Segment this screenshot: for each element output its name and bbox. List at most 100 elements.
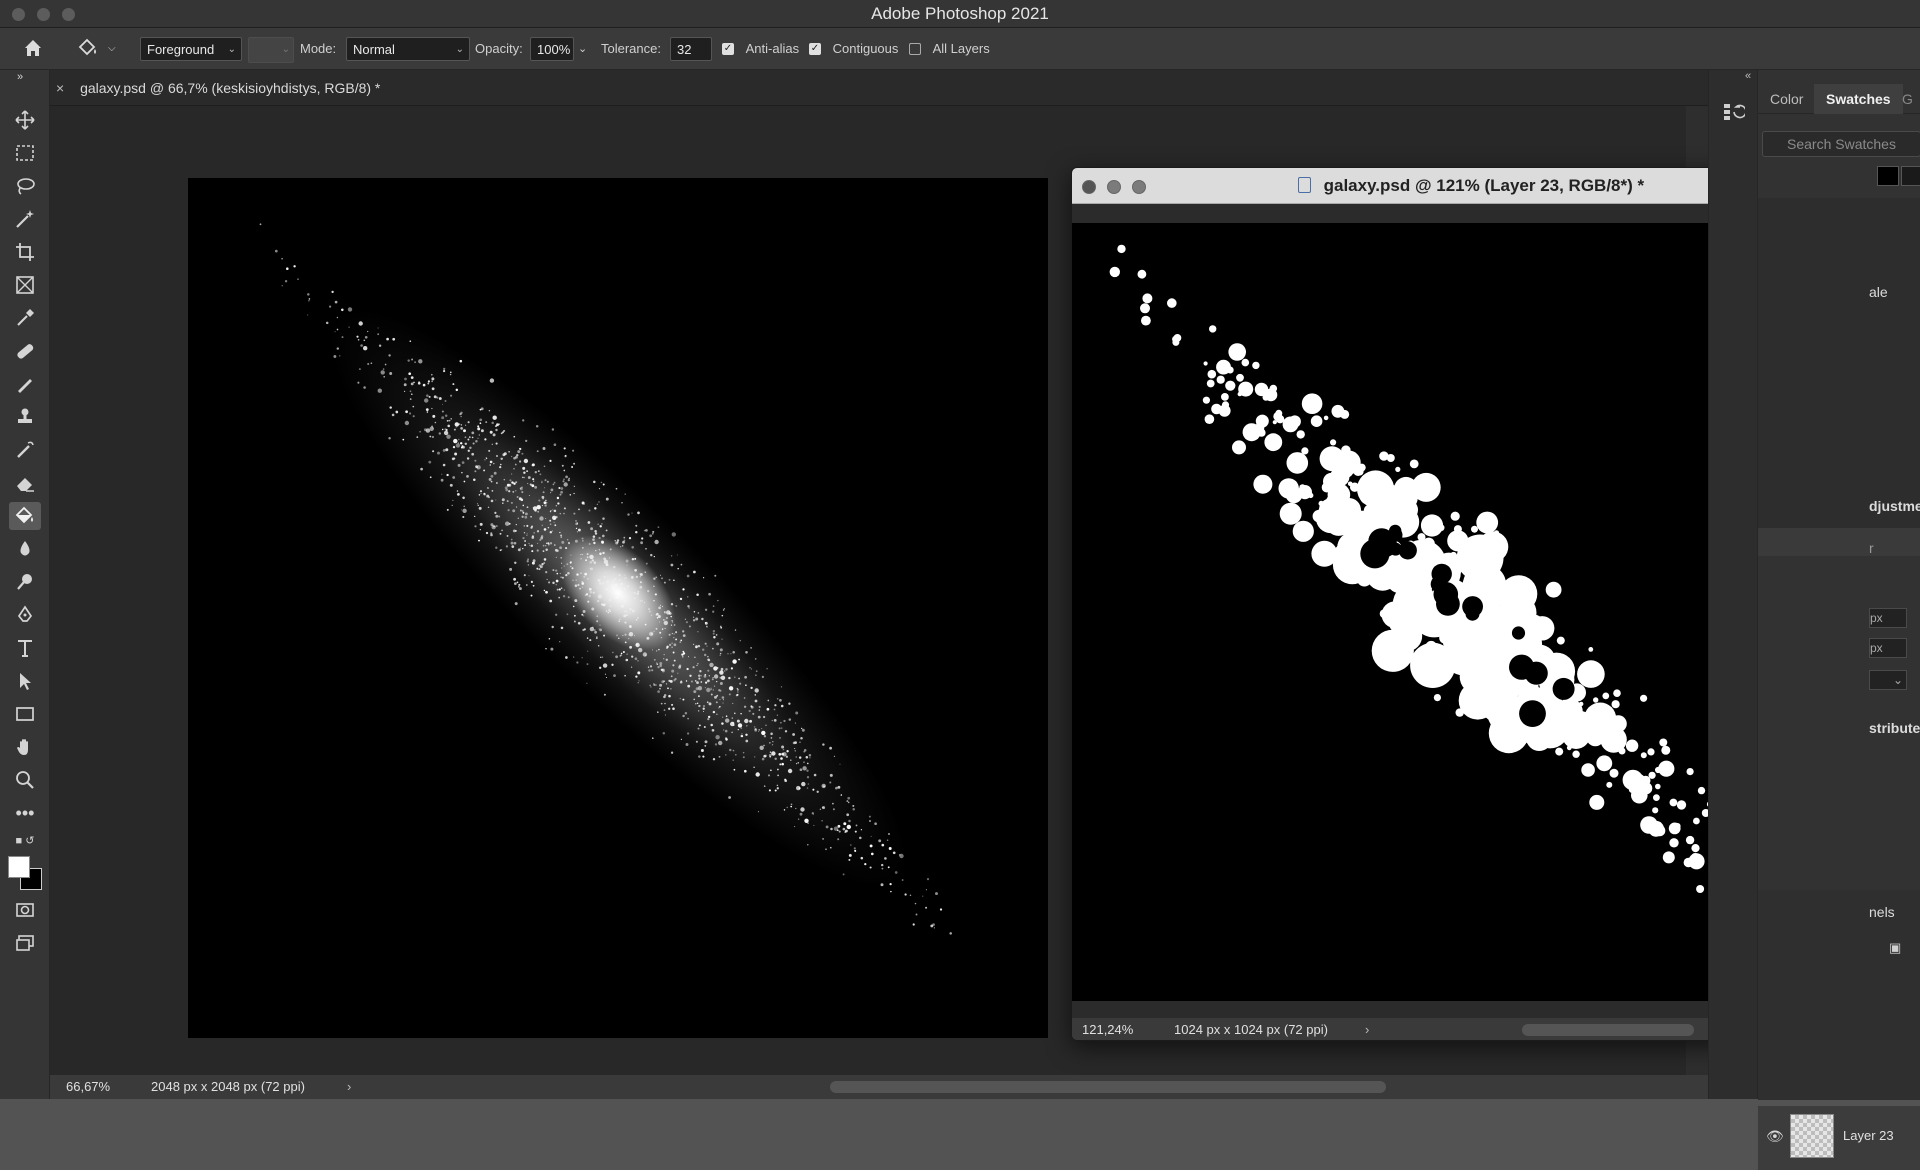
lasso-icon[interactable]	[9, 172, 41, 200]
tab-more[interactable]: G	[1898, 84, 1917, 114]
horizontal-scrollbar-thumb[interactable]	[830, 1081, 1386, 1093]
star-dot	[728, 693, 731, 696]
chevron-right-icon[interactable]: ›	[1365, 1018, 1369, 1040]
star-dot	[547, 543, 550, 546]
all-layers-checkbox[interactable]: All Layers	[909, 37, 990, 61]
eyedropper-icon[interactable]	[9, 304, 41, 332]
star-dot	[521, 515, 524, 518]
zoom-level[interactable]: 66,67%	[66, 1075, 110, 1099]
move-icon[interactable]	[9, 106, 41, 134]
paint-bucket-icon[interactable]	[9, 502, 41, 530]
star-dot	[687, 604, 690, 608]
dodge-icon[interactable]	[9, 568, 41, 596]
swatch-row[interactable]	[1762, 166, 1920, 186]
star-dot	[771, 751, 776, 756]
width-field[interactable]: px	[1869, 608, 1907, 628]
crop-icon[interactable]	[9, 238, 41, 266]
star-dot	[436, 396, 439, 399]
more-tools-icon[interactable]: •••	[9, 799, 41, 827]
height-field[interactable]: px	[1869, 638, 1907, 658]
foreground-color-swatch[interactable]	[8, 856, 30, 878]
star-dot	[506, 500, 509, 503]
healing-brush-icon[interactable]	[9, 337, 41, 365]
layer-row[interactable]: 👁 Layer 23	[1758, 1106, 1920, 1170]
expand-panel-icon[interactable]: »	[4, 70, 36, 84]
star-dot	[728, 686, 734, 691]
opacity-input[interactable]: 100%	[530, 37, 574, 61]
path-selection-icon[interactable]	[9, 667, 41, 695]
screen-mode-icon[interactable]	[9, 929, 41, 957]
star-dot	[553, 517, 556, 520]
star-dot	[653, 555, 655, 558]
dropdown-field[interactable]: ⌄	[1869, 670, 1907, 690]
quick-mask-icon[interactable]	[9, 896, 41, 924]
hand-icon[interactable]	[9, 733, 41, 761]
zoom-icon[interactable]	[9, 766, 41, 794]
rectangle-icon[interactable]	[9, 700, 41, 728]
star-dot	[682, 714, 685, 718]
swatch-black[interactable]	[1877, 166, 1899, 186]
swap-colors-icon[interactable]: ■ ↺	[9, 833, 41, 849]
star-dot	[769, 742, 771, 744]
magic-wand-icon[interactable]	[9, 205, 41, 233]
star-dot	[573, 656, 575, 658]
star-dot	[543, 528, 547, 531]
clone-stamp-icon[interactable]	[9, 403, 41, 431]
close-icon[interactable]: ×	[56, 80, 64, 96]
history-brush-icon[interactable]	[9, 436, 41, 464]
document-tab[interactable]: × galaxy.psd @ 66,7% (keskisioyhdistys, …	[56, 70, 436, 106]
chevron-right-icon[interactable]: ›	[347, 1075, 351, 1099]
star-dot	[384, 363, 387, 366]
type-icon[interactable]	[9, 634, 41, 662]
blob-dot	[1449, 540, 1456, 547]
star-dot	[530, 544, 534, 548]
star-dot	[888, 847, 892, 850]
blur-icon[interactable]	[9, 535, 41, 563]
star-dot	[675, 604, 678, 607]
history-panel-icon[interactable]	[1721, 100, 1747, 124]
search-swatches-input[interactable]: Search Swatches	[1762, 131, 1920, 157]
pen-icon[interactable]	[9, 601, 41, 629]
horizontal-scrollbar-thumb[interactable]	[1522, 1024, 1694, 1036]
tolerance-input[interactable]: 32	[670, 37, 712, 61]
main-document-canvas[interactable]	[188, 178, 1048, 1038]
collapse-panel-icon[interactable]: «	[1745, 70, 1751, 82]
star-dot	[654, 539, 659, 545]
star-dot	[512, 509, 516, 513]
star-dot	[545, 499, 547, 502]
floating-zoom-level[interactable]: 121,24%	[1082, 1018, 1133, 1040]
brush-icon[interactable]	[9, 370, 41, 398]
pattern-picker[interactable]: ⌄	[248, 37, 294, 63]
fill-source-select[interactable]: Foreground ⌄	[140, 37, 242, 61]
mode-select[interactable]: Normal ⌄	[346, 37, 470, 61]
star-dot	[650, 553, 653, 557]
marquee-icon[interactable]	[9, 139, 41, 167]
frame-icon[interactable]	[9, 271, 41, 299]
star-dot	[599, 525, 602, 528]
blob-dot	[1437, 524, 1445, 532]
zoom-window-button[interactable]	[1132, 180, 1146, 194]
eye-icon[interactable]: 👁	[1766, 1128, 1784, 1145]
star-dot	[693, 698, 695, 701]
opacity-dropdown-icon[interactable]: ⌄	[578, 37, 587, 61]
anti-alias-checkbox[interactable]: ✓ Anti-alias	[722, 37, 799, 61]
layer-name[interactable]: Layer 23	[1843, 1128, 1894, 1143]
star-dot	[441, 428, 444, 431]
image-icon[interactable]: ▣	[1889, 940, 1901, 956]
minimize-window-button[interactable]	[1107, 180, 1121, 194]
star-dot	[694, 656, 696, 659]
tab-swatches[interactable]: Swatches	[1814, 84, 1903, 114]
star-dot	[685, 621, 688, 624]
star-dot	[718, 705, 721, 708]
home-icon[interactable]	[22, 37, 48, 61]
tool-preset-picker[interactable]: ⌵	[76, 37, 120, 61]
close-window-button[interactable]	[1082, 180, 1096, 194]
swatch-dark[interactable]	[1901, 166, 1920, 186]
contiguous-checkbox[interactable]: ✓ Contiguous	[809, 37, 898, 61]
zoom-window-button[interactable]	[62, 8, 75, 21]
tab-color[interactable]: Color	[1758, 84, 1815, 114]
eraser-icon[interactable]	[9, 469, 41, 497]
minimize-window-button[interactable]	[37, 8, 50, 21]
close-window-button[interactable]	[12, 8, 25, 21]
star-dot	[539, 538, 542, 541]
